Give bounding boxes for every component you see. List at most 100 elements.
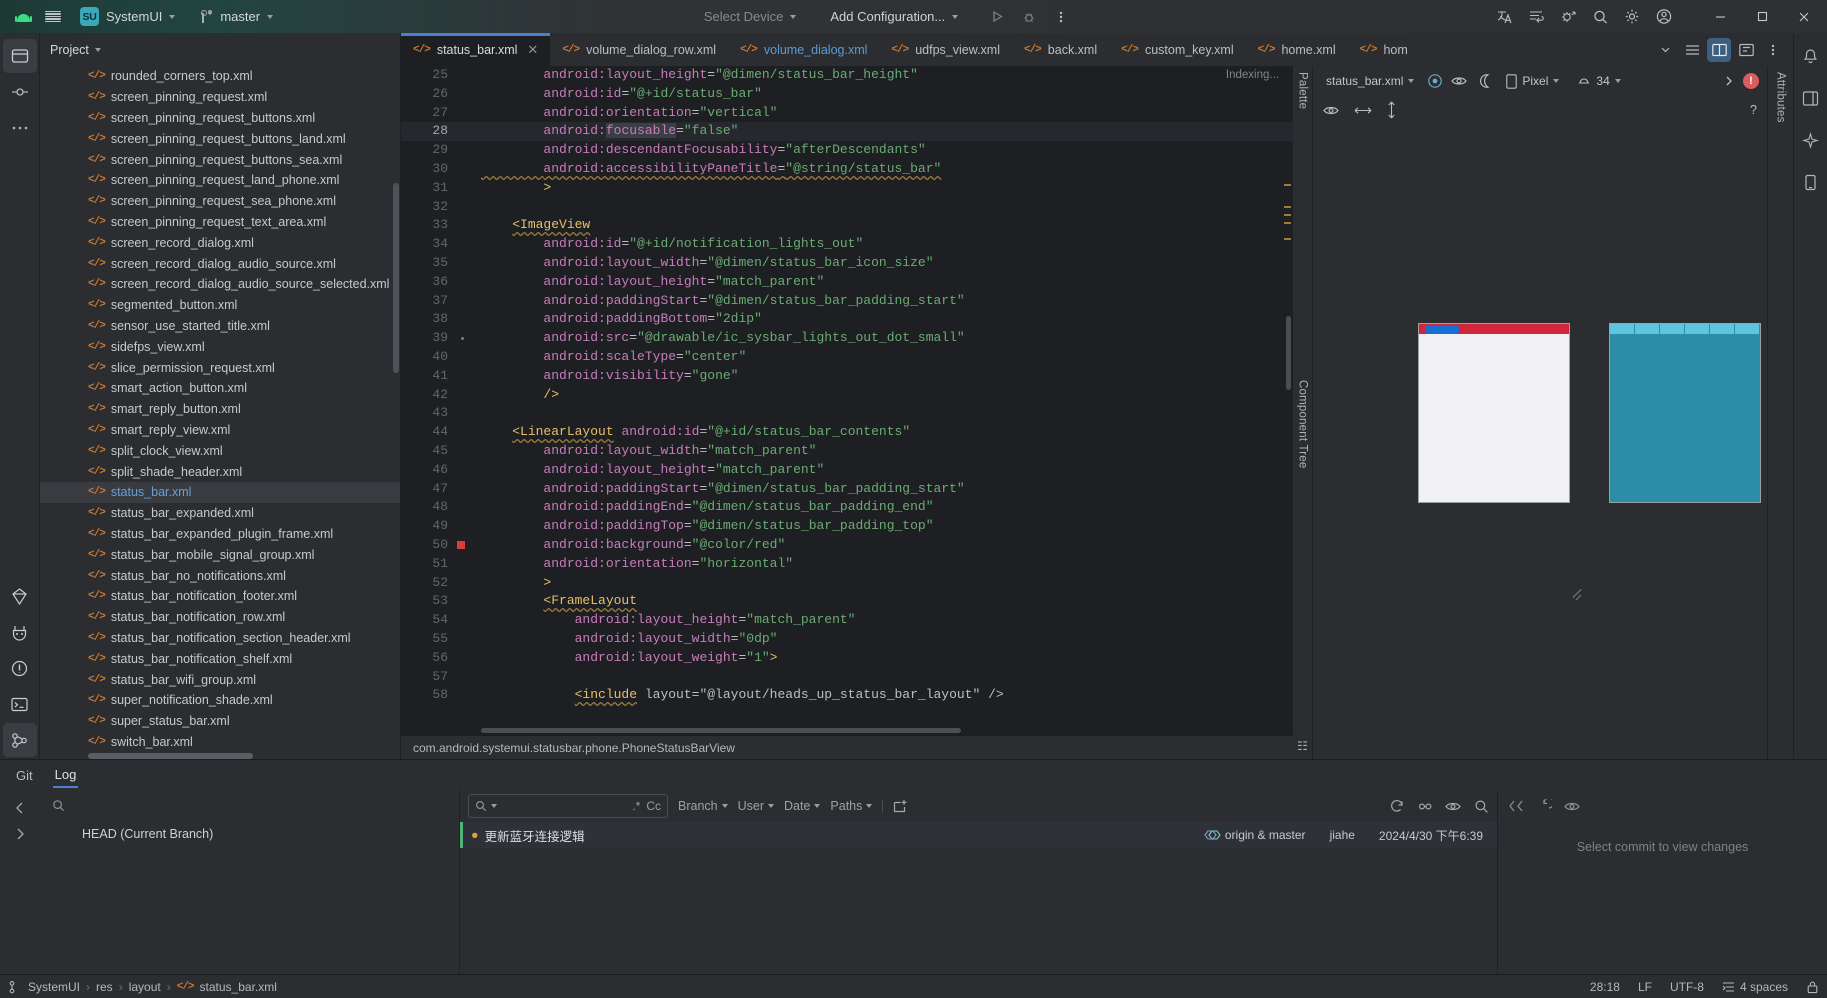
file-tree-item[interactable]: </>screen_pinning_request_buttons_sea.xm… — [40, 149, 400, 170]
line-number[interactable]: 56 — [401, 649, 457, 668]
status-crumb-project[interactable]: SystemUI — [28, 980, 80, 994]
expand-right-icon[interactable] — [12, 826, 28, 842]
error-badge[interactable]: ! — [1743, 73, 1759, 89]
fold-gutter[interactable] — [457, 235, 481, 254]
code-line[interactable]: 47 android:paddingStart="@dimen/status_b… — [401, 480, 1293, 499]
design-view-icon[interactable] — [1734, 38, 1758, 62]
hamburger-menu-icon[interactable] — [38, 4, 68, 30]
line-number[interactable]: 42 — [401, 386, 457, 405]
select-device-dropdown[interactable]: Select Device — [694, 5, 806, 29]
commit-row[interactable]: ● 更新蓝牙连接逻辑 origin & master jiahe 2024/4/… — [460, 822, 1497, 848]
project-selector[interactable]: SU SystemUI — [72, 5, 183, 29]
line-number[interactable]: 30 — [401, 160, 457, 179]
code-line[interactable]: 48 android:paddingEnd="@dimen/status_bar… — [401, 498, 1293, 517]
code-line[interactable]: 55 android:layout_width="0dp" — [401, 630, 1293, 649]
code-line[interactable]: 28 android:focusable="false" — [401, 122, 1293, 141]
close-icon[interactable]: ✕ — [527, 42, 538, 58]
git-tool-icon[interactable] — [3, 723, 37, 757]
fold-gutter[interactable] — [457, 292, 481, 311]
code-line[interactable]: 39 android:src="@drawable/ic_sysbar_ligh… — [401, 329, 1293, 348]
more-options-icon[interactable] — [1761, 38, 1785, 62]
settings-gear-icon[interactable] — [1617, 4, 1647, 30]
code-line[interactable]: 27 android:orientation="vertical" — [401, 104, 1293, 123]
palette-icon[interactable] — [1427, 73, 1443, 89]
code-line[interactable]: 56 android:layout_weight="1"> — [401, 649, 1293, 668]
file-tree-item[interactable]: </>switch_bar.xml — [40, 732, 400, 753]
code-line[interactable]: 40 android:scaleType="center" — [401, 348, 1293, 367]
code-line[interactable]: 46 android:layout_height="match_parent" — [401, 461, 1293, 480]
line-number[interactable]: 35 — [401, 254, 457, 273]
project-tool-icon[interactable] — [3, 39, 37, 73]
line-number[interactable]: 47 — [401, 480, 457, 499]
status-crumb-layout[interactable]: layout — [129, 980, 161, 994]
file-tree-item[interactable]: </>screen_pinning_request_land_phone.xml — [40, 170, 400, 191]
line-number[interactable]: 51 — [401, 555, 457, 574]
line-number[interactable]: 31 — [401, 179, 457, 198]
file-tree-item[interactable]: </>screen_pinning_request.xml — [40, 87, 400, 108]
fold-gutter[interactable] — [457, 310, 481, 329]
code-line[interactable]: 34 android:id="@+id/notification_lights_… — [401, 235, 1293, 254]
highlight-icon[interactable] — [1417, 799, 1433, 814]
fold-gutter[interactable] — [457, 216, 481, 235]
moon-icon[interactable] — [1477, 73, 1493, 89]
code-line[interactable]: 30 android:accessibilityPaneTitle="@stri… — [401, 160, 1293, 179]
fold-gutter[interactable] — [457, 574, 481, 593]
editor-tab[interactable]: </>home.xml — [1246, 33, 1348, 66]
file-tree-item[interactable]: </>split_clock_view.xml — [40, 440, 400, 461]
file-tree-item[interactable]: </>status_bar_notification_footer.xml — [40, 586, 400, 607]
fold-gutter[interactable] — [457, 160, 481, 179]
file-encoding[interactable]: UTF-8 — [1670, 980, 1704, 994]
code-line[interactable]: 41 android:visibility="gone" — [401, 367, 1293, 386]
fold-gutter[interactable] — [457, 423, 481, 442]
file-tree-item[interactable]: </>status_bar_no_notifications.xml — [40, 565, 400, 586]
collapse-left-icon[interactable] — [12, 800, 28, 816]
code-line[interactable]: 38 android:paddingBottom="2dip" — [401, 310, 1293, 329]
fold-gutter[interactable] — [457, 686, 481, 705]
file-tree-item[interactable]: </>split_shade_header.xml — [40, 461, 400, 482]
help-icon[interactable]: ? — [1750, 103, 1757, 117]
debug-icon[interactable] — [1014, 4, 1044, 30]
line-number[interactable]: 48 — [401, 498, 457, 517]
file-tree-item[interactable]: </>smart_action_button.xml — [40, 378, 400, 399]
code-line[interactable]: 26 android:id="@+id/status_bar" — [401, 85, 1293, 104]
file-tree-item[interactable]: </>screen_pinning_request_text_area.xml — [40, 212, 400, 233]
line-number[interactable]: 50 — [401, 536, 457, 555]
editor-tab[interactable]: </>udfps_view.xml — [879, 33, 1012, 66]
code-line[interactable]: 49 android:paddingTop="@dimen/status_bar… — [401, 517, 1293, 536]
code-line[interactable]: 43 — [401, 404, 1293, 423]
line-number[interactable]: 33 — [401, 216, 457, 235]
file-tree-item[interactable]: </>status_bar_notification_section_heade… — [40, 628, 400, 649]
line-number[interactable]: 46 — [401, 461, 457, 480]
split-view-icon[interactable] — [1707, 38, 1731, 62]
case-sensitive-toggle[interactable]: Cc — [646, 799, 661, 813]
filter-date[interactable]: Date — [784, 799, 820, 813]
notifications-icon[interactable] — [1794, 39, 1827, 73]
gemini-tool-icon[interactable] — [3, 579, 37, 613]
fold-gutter[interactable] — [457, 85, 481, 104]
file-tree-item[interactable]: </>sensor_use_started_title.xml — [40, 316, 400, 337]
code-horizontal-scrollbar[interactable] — [481, 728, 961, 733]
branch-search-input[interactable] — [46, 794, 453, 816]
editor-tab[interactable]: </>hom — [1348, 33, 1420, 66]
line-number[interactable]: 39 — [401, 329, 457, 348]
gemini-sparkle-icon[interactable] — [1794, 123, 1827, 157]
project-file-tree[interactable]: </>rounded_corners_top.xml</>screen_pinn… — [40, 66, 400, 759]
fold-gutter[interactable] — [457, 630, 481, 649]
logcat-icon[interactable] — [1521, 4, 1551, 30]
preview-resize-handle[interactable] — [1571, 589, 1583, 601]
line-number[interactable]: 49 — [401, 517, 457, 536]
line-number[interactable]: 53 — [401, 592, 457, 611]
log-search-input[interactable]: .* Cc — [468, 794, 668, 818]
fold-gutter[interactable] — [457, 141, 481, 160]
file-tree-item[interactable]: </>status_bar_expanded_plugin_frame.xml — [40, 524, 400, 545]
lock-icon[interactable] — [1806, 980, 1819, 994]
attributes-panel-icon[interactable] — [1794, 81, 1827, 115]
file-tree-item[interactable]: </>screen_record_dialog.xml — [40, 232, 400, 253]
file-tree-item[interactable]: </>screen_record_dialog_audio_source.xml — [40, 253, 400, 274]
file-tree-item[interactable]: </>status_bar_notification_shelf.xml — [40, 648, 400, 669]
log-search-icon[interactable] — [1474, 799, 1489, 814]
project-tree-scrollbar[interactable] — [393, 183, 399, 373]
line-number[interactable]: 28 — [401, 122, 457, 141]
chevron-right-icon[interactable] — [1723, 75, 1735, 87]
horizontal-resize-icon[interactable] — [1354, 105, 1372, 116]
